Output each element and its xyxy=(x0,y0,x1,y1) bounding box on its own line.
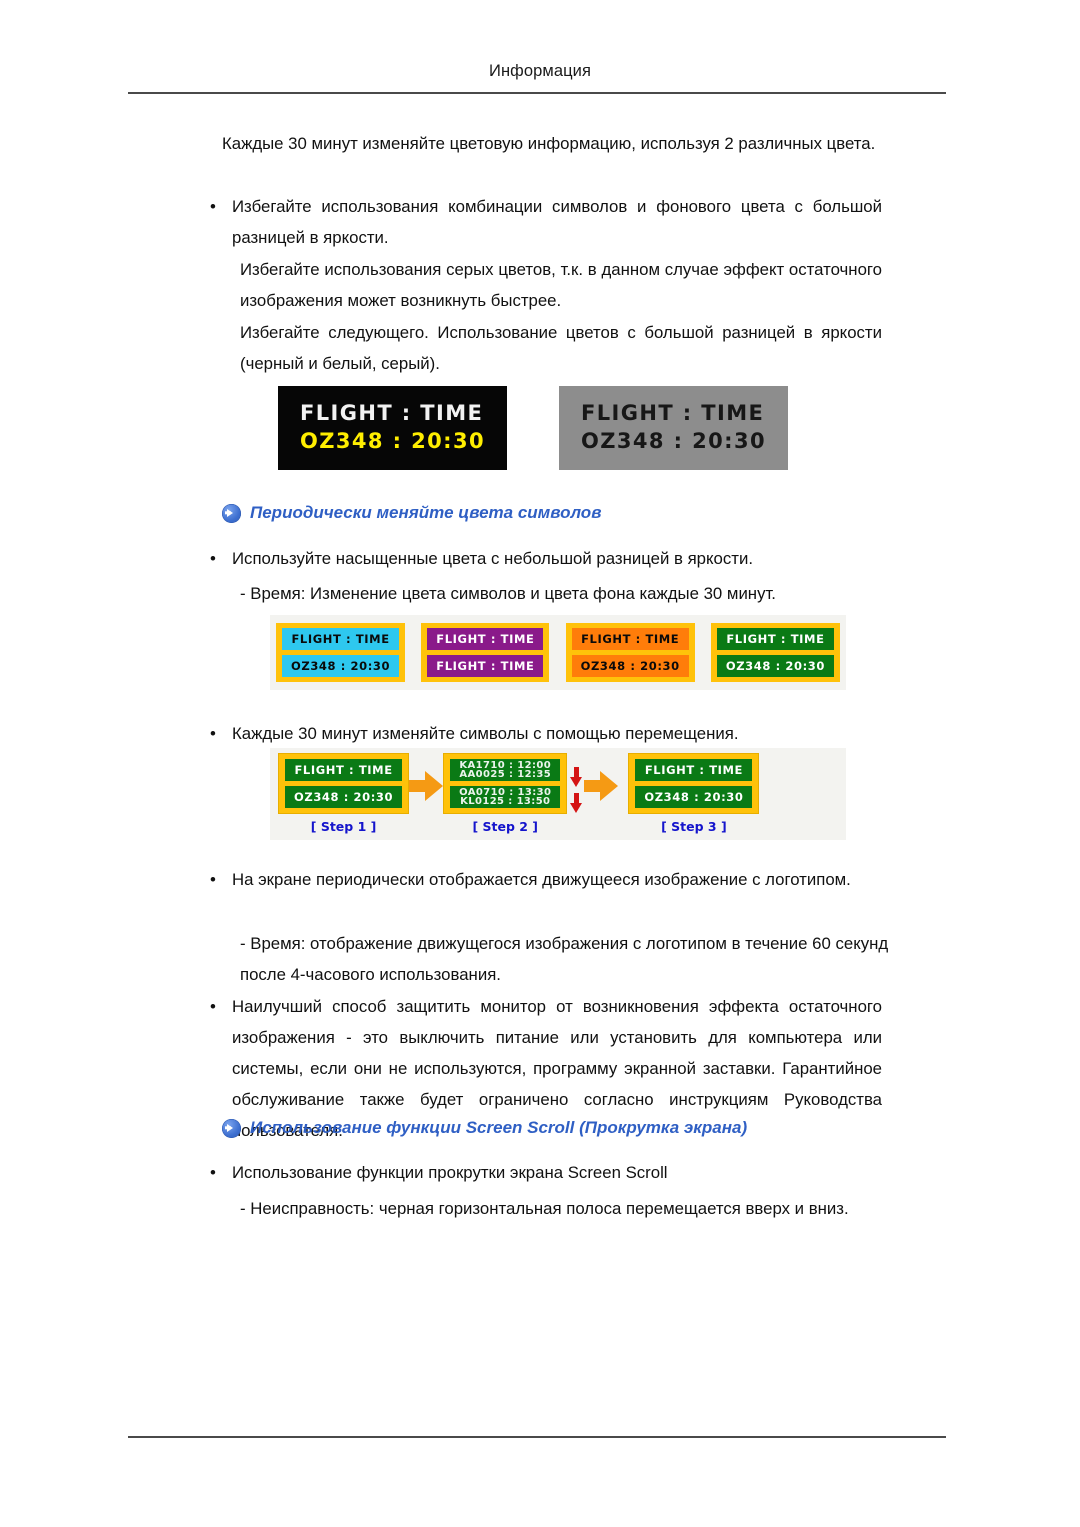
color-panel-green-line1: FLIGHT : TIME xyxy=(716,628,834,650)
bullet-move-symbols: • Каждые 30 минут изменяйте символы с по… xyxy=(210,718,882,749)
color-panel-green-line2: OZ348 : 20:30 xyxy=(716,655,834,677)
paragraph-avoid: Избегайте следующего. Использование цвет… xyxy=(240,323,882,373)
step-2-line1-bottom: AA0025 : 12:35 xyxy=(459,769,552,780)
step-1-block: FLIGHT : TIME OZ348 : 20:30 [ Step 1 ] xyxy=(278,753,410,834)
step-3-line1: FLIGHT : TIME xyxy=(635,759,753,781)
bullet-marker: • xyxy=(210,997,216,1016)
color-panel-purple-line2: FLIGHT : TIME xyxy=(427,655,544,677)
bullet-logo-motion-text: На экране периодически отображается движ… xyxy=(232,870,851,889)
bullet-scroll-usage: • Использование функции прокрутки экрана… xyxy=(210,1157,882,1188)
figure-step-diagram: FLIGHT : TIME OZ348 : 20:30 [ Step 1 ] K… xyxy=(270,748,846,840)
step-3-label: [ Step 3 ] xyxy=(661,819,727,834)
red-down-arrow-icon-1 xyxy=(570,767,583,787)
bullet-marker: • xyxy=(210,724,216,743)
section-heading-screen-scroll-text: Использование функции Screen Scroll (Про… xyxy=(250,1118,748,1137)
intro-paragraph: Каждые 30 минут изменяйте цветовую инфор… xyxy=(222,134,876,153)
step-2-line1: KA1710 : 12:00 AA0025 : 12:35 xyxy=(450,759,561,781)
color-panel-purple-line1: FLIGHT : TIME xyxy=(427,628,544,650)
blue-arrow-icon xyxy=(222,1118,241,1138)
figure-color-panels: FLIGHT : TIME OZ348 : 20:30 FLIGHT : TIM… xyxy=(270,615,846,690)
bullet-marker: • xyxy=(210,870,216,889)
color-panel-cyan-line1: FLIGHT : TIME xyxy=(282,628,400,650)
header-divider xyxy=(128,92,946,94)
bullet-logo-motion: • На экране периодически отображается дв… xyxy=(210,864,882,895)
bullet-saturated-text: Используйте насыщенные цвета с небольшой… xyxy=(232,549,753,568)
note-scroll-fault: - Неисправность: черная горизонтальная п… xyxy=(240,1199,849,1218)
bullet-scroll-usage-text: Использование функции прокрутки экрана S… xyxy=(232,1163,668,1182)
note-time-logo: - Время: отображение движущегося изображ… xyxy=(240,934,889,984)
orange-arrow-icon-2 xyxy=(584,771,619,801)
figure-lcd-contrast-pair: FLIGHT : TIME OZ348 : 20:30 FLIGHT : TIM… xyxy=(278,386,788,470)
page-header-title: Информация xyxy=(488,62,592,80)
step-2-line2: OA0710 : 13:30 KL0125 : 13:50 xyxy=(450,786,561,808)
paragraph-gray-colors: Избегайте использования серых цветов, т.… xyxy=(240,260,882,310)
bullet-marker: • xyxy=(210,549,216,568)
step-2-label: [ Step 2 ] xyxy=(472,819,539,834)
color-panel-orange-line2: OZ348 : 20:30 xyxy=(571,655,689,677)
lcd-gray-line1: FLIGHT : TIME xyxy=(580,401,765,425)
color-panel-orange: FLIGHT : TIME OZ348 : 20:30 xyxy=(565,623,695,682)
section-heading-change-colors-text: Периодически меняйте цвета символов xyxy=(250,503,602,522)
step-3-block: FLIGHT : TIME OZ348 : 20:30 [ Step 3 ] xyxy=(628,753,760,834)
bullet-marker: • xyxy=(210,1163,216,1182)
red-down-arrow-icon-2 xyxy=(570,793,583,813)
step-1-label: [ Step 1 ] xyxy=(310,819,377,834)
step-2-block: KA1710 : 12:00 AA0025 : 12:35 OA0710 : 1… xyxy=(443,753,568,834)
color-panel-purple: FLIGHT : TIME FLIGHT : TIME xyxy=(421,623,550,682)
lcd-gray-line2: OZ348 : 20:30 xyxy=(580,429,766,453)
step-1-line1: FLIGHT : TIME xyxy=(285,759,403,781)
color-panel-orange-line1: FLIGHT : TIME xyxy=(571,628,689,650)
lcd-panel-dark: FLIGHT : TIME OZ348 : 20:30 xyxy=(278,386,507,470)
bullet-marker: • xyxy=(210,197,216,216)
color-panel-green: FLIGHT : TIME OZ348 : 20:30 xyxy=(710,623,840,682)
lcd-dark-line2: OZ348 : 20:30 xyxy=(300,429,485,453)
lcd-dark-line1: FLIGHT : TIME xyxy=(300,401,484,425)
color-panel-cyan: FLIGHT : TIME OZ348 : 20:30 xyxy=(276,623,406,682)
step-3-line2: OZ348 : 20:30 xyxy=(635,786,753,808)
section-heading-screen-scroll: Использование функции Screen Scroll (Про… xyxy=(222,1118,747,1138)
bullet-move-symbols-text: Каждые 30 минут изменяйте символы с помо… xyxy=(232,724,739,743)
section-heading-change-colors: Периодически меняйте цвета символов xyxy=(222,503,601,523)
color-panel-cyan-line2: OZ348 : 20:30 xyxy=(282,655,400,677)
orange-arrow-icon-1 xyxy=(409,771,444,801)
blue-arrow-icon xyxy=(222,503,241,523)
lcd-panel-gray: FLIGHT : TIME OZ348 : 20:30 xyxy=(558,386,788,470)
step-2-line2-bottom: KL0125 : 13:50 xyxy=(460,796,551,807)
bullet-saturated: • Используйте насыщенные цвета с небольш… xyxy=(210,543,882,574)
footer-divider xyxy=(128,1436,946,1438)
step-1-panel: FLIGHT : TIME OZ348 : 20:30 xyxy=(278,753,410,814)
step-1-line2: OZ348 : 20:30 xyxy=(285,786,403,808)
step-2-panel: KA1710 : 12:00 AA0025 : 12:35 OA0710 : 1… xyxy=(443,753,568,814)
red-scroll-arrows xyxy=(570,767,583,813)
note-time-colors: - Время: Изменение цвета символов и цвет… xyxy=(240,584,776,603)
step-3-panel: FLIGHT : TIME OZ348 : 20:30 xyxy=(628,753,760,814)
bullet-contrast: • Избегайте использования комбинации сим… xyxy=(210,191,882,253)
bullet-contrast-text: Избегайте использования комбинации симво… xyxy=(232,197,882,247)
document-page: Информация Каждые 30 минут изменяйте цве… xyxy=(0,0,1080,1527)
